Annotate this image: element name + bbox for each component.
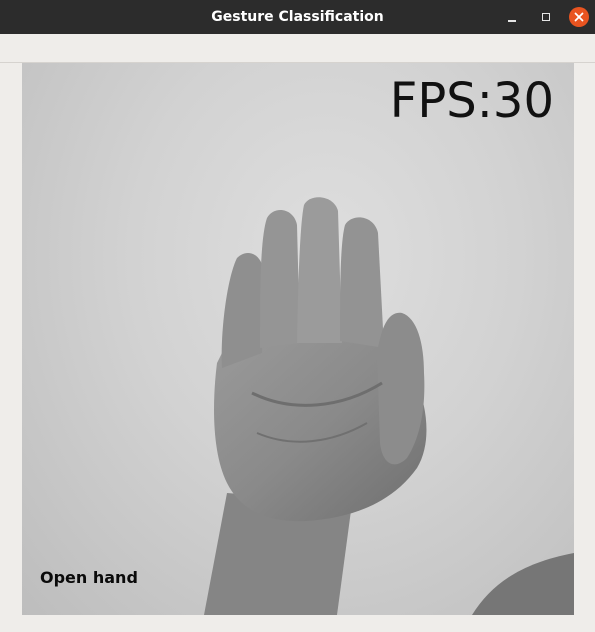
camera-feed: FPS:30 Open hand	[22, 63, 574, 615]
minimize-icon	[508, 20, 516, 22]
maximize-button[interactable]	[536, 7, 556, 27]
hand-image	[204, 197, 574, 615]
minimize-button[interactable]	[502, 7, 522, 27]
toolbar-area	[0, 34, 595, 63]
close-icon	[574, 12, 584, 22]
close-button[interactable]	[569, 7, 589, 27]
gesture-prediction-label: Open hand	[40, 568, 138, 587]
application-window: Gesture Classification FPS:30 Open hand	[0, 0, 595, 632]
fps-counter: FPS:30	[389, 73, 554, 129]
title-bar[interactable]: Gesture Classification	[0, 0, 595, 34]
maximize-icon	[542, 13, 550, 21]
